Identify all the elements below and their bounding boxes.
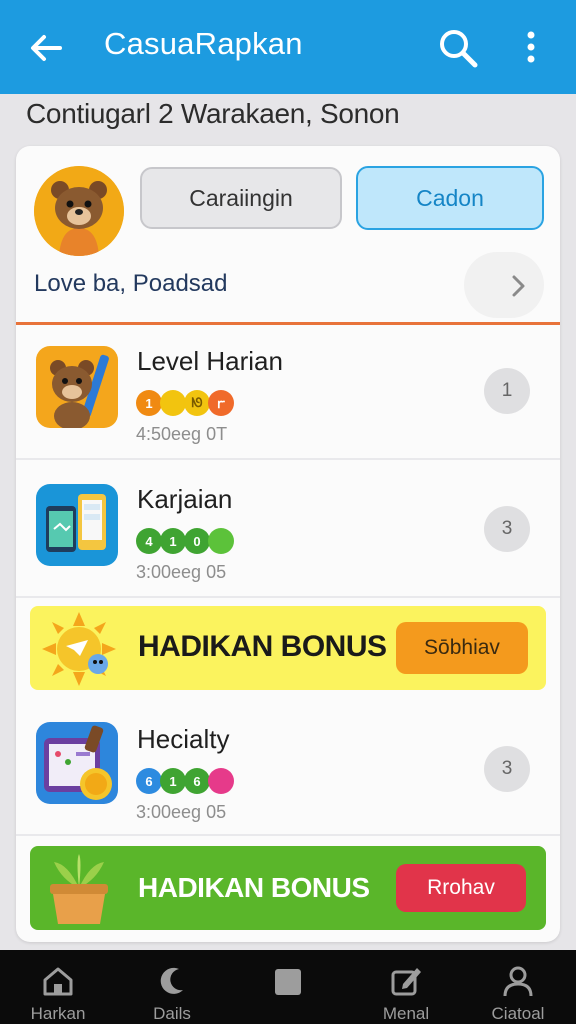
nav-item-menal[interactable]: Menal [356,950,456,1024]
nav-item-ciatoal[interactable]: Ciatoal [468,950,568,1024]
person-icon [503,966,533,997]
item-chips: 4 1 0 [136,528,234,554]
chip: 6 [184,768,210,794]
app-bar: CasuaRapkan [0,0,576,94]
moon-icon [160,967,183,994]
chip: 6 [136,768,162,794]
bottom-navigation: Harkan Dails Menal Ciatoal [0,950,576,1024]
list-item-karjaian[interactable]: Karjaian 4 1 0 3:00eeg 05 3 [16,464,560,598]
bonus-banner-2[interactable]: HADIKAN BONUS Rrohav [30,846,546,930]
bear-pencil-icon [36,346,118,428]
main-card: Caraiingin Cadon Love ba, Poadsad Level … [16,146,560,942]
chip: 1 [136,390,162,416]
chip [208,528,234,554]
profile-name: Love ba, Poadsad [34,270,228,297]
chip [208,768,234,794]
bonus-banner-1[interactable]: HADIKAN BONUS Sōbhiav [30,606,546,690]
home-icon [43,967,73,996]
profile-section: Caraiingin Cadon Love ba, Poadsad [16,146,560,325]
item-title: Hecialty [137,724,230,754]
item-meta: 3:00eeg 05 [136,802,227,822]
nav-item-dails[interactable]: Dails [122,950,222,1024]
bonus-1-button[interactable]: Sōbhiav [396,622,528,674]
item-meta: 4:50eeg 0T [136,424,228,444]
bear-avatar[interactable] [34,166,124,256]
more-vert-icon[interactable] [518,28,544,68]
item-chips: 6 1 6 [136,768,234,794]
cadon-button[interactable]: Cadon [356,166,544,230]
item-title: Karjaian [137,484,233,514]
sun-character-icon [42,612,116,686]
chip [160,390,186,416]
list-item-level-harian[interactable]: Level Harian 1 ᘚ ꭈ 4:50eeg 0T 1 [16,326,560,460]
nav-item-harkan[interactable]: Harkan [8,950,108,1024]
nav-label: Dails [153,1004,191,1023]
count-badge: 3 [484,506,530,552]
bear-face-icon [34,166,124,256]
chip: 4 [136,528,162,554]
chip: 1 [160,768,186,794]
profile-chevron-button[interactable] [464,252,544,318]
nav-label: Menal [382,1004,430,1023]
item-chips: 1 ᘚ ꭈ [136,390,234,416]
count-badge: 3 [484,746,530,792]
edit-box-icon [391,968,421,996]
list-item-hecialty[interactable]: Hecialty 6 1 6 3:00eeg 05 3 [16,702,560,836]
search-icon[interactable] [436,26,480,70]
back-arrow-icon[interactable] [26,28,66,68]
caraiingin-button[interactable]: Caraiingin [140,167,342,229]
nav-item-center[interactable] [238,950,338,1024]
chip: ꭈ [208,390,234,416]
chevron-right-icon [512,275,525,297]
phone-devices-icon [36,484,118,566]
chip: 1 [160,528,186,554]
count-badge: 1 [484,368,530,414]
bonus-text: HADIKAN BONUS [138,872,370,903]
nav-label: Harkan [30,1004,86,1023]
bonus-text: HADIKAN BONUS [138,630,387,663]
item-title: Level Harian [137,346,283,376]
square-icon [275,969,301,995]
section-divider [16,322,560,325]
app-title: CasuaRapkan [104,26,303,61]
chip: 0 [184,528,210,554]
item-meta: 3:00eeg 05 [136,562,227,582]
plant-pot-icon [50,854,108,924]
bonus-2-button[interactable]: Rrohav [396,864,526,912]
page-subtitle: Contiugarl 2 Warakaen, Sonon [26,98,400,129]
nav-label: Ciatoal [491,1004,545,1023]
chip: ᘚ [184,390,210,416]
tablet-coin-icon [36,722,118,804]
